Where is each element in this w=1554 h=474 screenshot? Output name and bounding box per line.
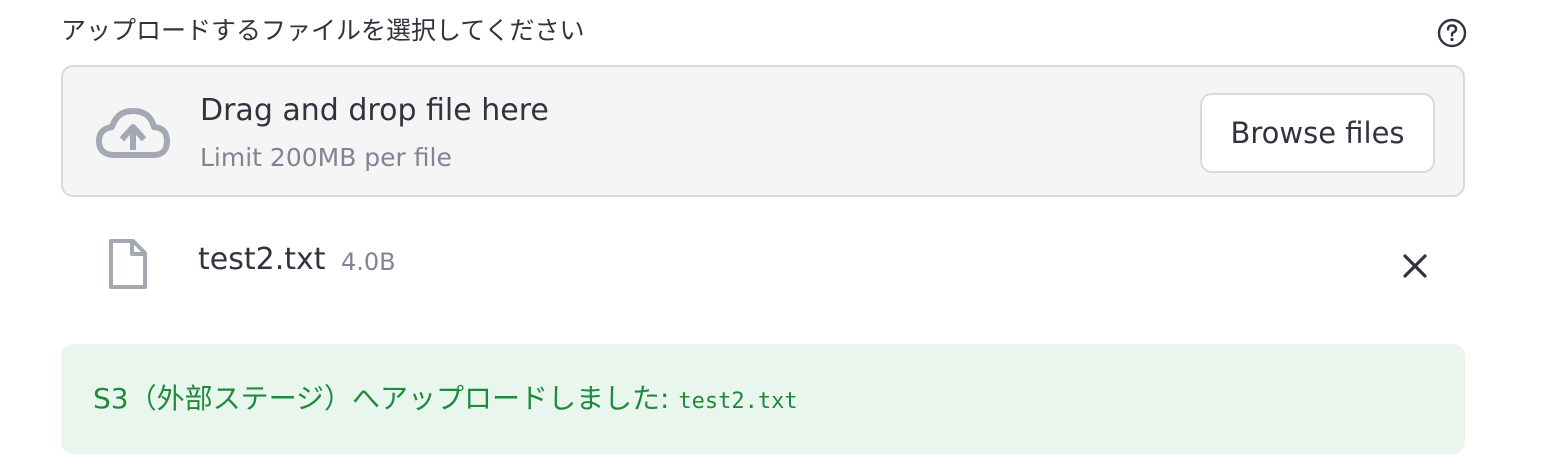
success-alert: S3（外部ステージ）へアップロードしました: test2.txt <box>61 344 1465 454</box>
file-icon <box>109 239 147 289</box>
uploader-label: アップロードするファイルを選択してください <box>61 16 585 45</box>
uploaded-file-row: test2.txt 4.0B <box>61 222 1465 302</box>
dropzone-title: Drag and drop file here <box>200 93 549 128</box>
dropzone-limit: Limit 200MB per file <box>200 143 452 172</box>
browse-files-button[interactable]: Browse files <box>1200 93 1435 173</box>
file-name: test2.txt <box>198 242 326 277</box>
file-uploader-widget: アップロードするファイルを選択してください Drag and drop file… <box>0 0 1554 474</box>
success-message-text: S3（外部ステージ）へアップロードしました: <box>93 382 679 415</box>
file-dropzone[interactable]: Drag and drop file here Limit 200MB per … <box>61 65 1465 197</box>
success-filename: test2.txt <box>678 389 798 414</box>
success-message: S3（外部ステージ）へアップロードしました: test2.txt <box>93 380 798 421</box>
file-size: 4.0B <box>341 248 396 276</box>
cloud-upload-icon <box>96 108 170 158</box>
help-circle-icon[interactable] <box>1436 17 1468 49</box>
close-icon[interactable] <box>1397 248 1433 284</box>
